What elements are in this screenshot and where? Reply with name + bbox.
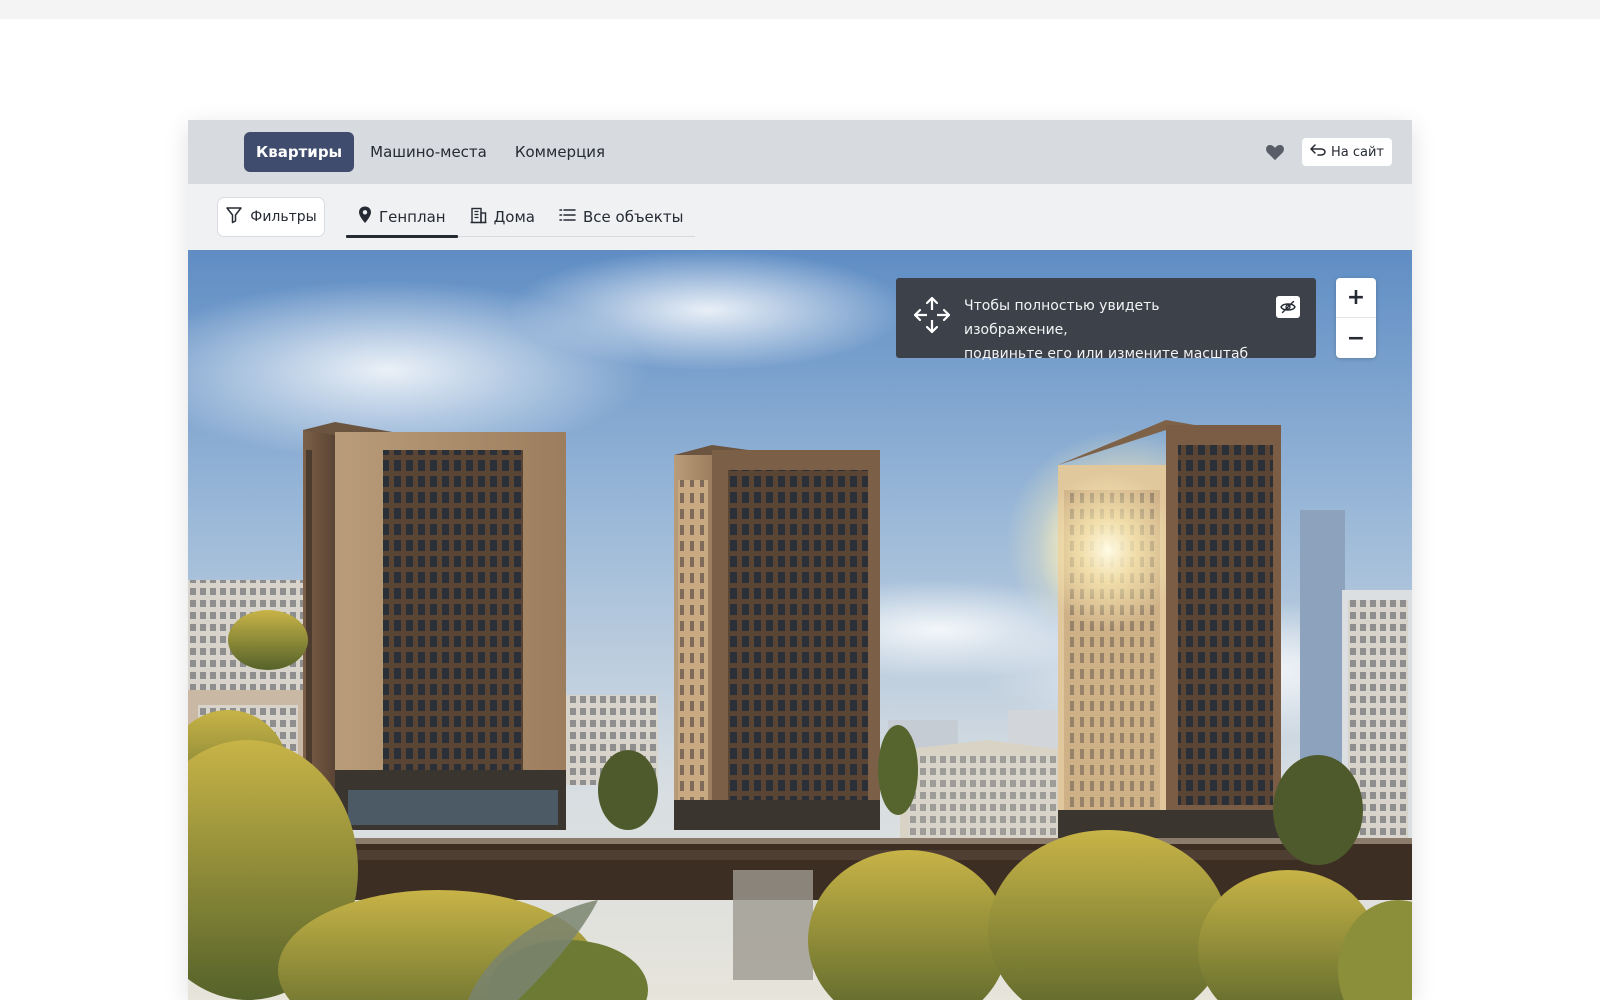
funnel-icon (225, 206, 243, 228)
filters-button[interactable]: Фильтры (217, 197, 325, 237)
drag-hint-text: Чтобы полностью увидеть изображение, под… (964, 294, 1254, 366)
tab-apartments[interactable]: Квартиры (244, 132, 355, 172)
tab-genplan-label: Генплан (379, 208, 446, 226)
building-icon (470, 207, 487, 228)
property-type-bar: Квартиры Машино-места Коммерция На сайт (188, 120, 1412, 184)
zoom-out-button[interactable]: − (1336, 318, 1376, 358)
eye-off-icon[interactable] (1276, 296, 1300, 318)
genplan-widget: Квартиры Машино-места Коммерция На сайт … (188, 120, 1412, 1000)
tab-houses[interactable]: Дома (458, 197, 547, 237)
zoom-controls: + − (1336, 278, 1376, 358)
view-toolbar: Фильтры Генплан Дома Все объекты (188, 184, 1412, 250)
drag-hint-line-2: подвиньте его или измените масштаб (964, 346, 1249, 362)
filters-label: Фильтры (250, 209, 317, 225)
map-pin-icon (358, 206, 372, 228)
topbar-actions: На сайт (1264, 138, 1392, 166)
move-arrows-icon (912, 295, 952, 335)
drag-hint-panel: Чтобы полностью увидеть изображение, под… (896, 278, 1316, 362)
heart-icon[interactable] (1264, 141, 1286, 163)
zoom-in-button[interactable]: + (1336, 278, 1376, 318)
browser-top-strip (0, 0, 1600, 19)
property-type-tabs: Квартиры Машино-места Коммерция (244, 132, 621, 172)
drag-hint-line-1: Чтобы полностью увидеть изображение, (964, 298, 1160, 338)
genplan-image-viewport[interactable]: Чтобы полностью увидеть изображение, под… (188, 250, 1412, 1000)
view-tabs: Генплан Дома Все объекты (346, 197, 696, 238)
list-icon (559, 208, 576, 226)
return-arrow-icon (1310, 144, 1326, 160)
tab-genplan[interactable]: Генплан (346, 197, 458, 238)
tab-parking[interactable]: Машино-места (358, 132, 499, 172)
tab-commercial[interactable]: Коммерция (503, 132, 617, 172)
go-to-site-label: На сайт (1330, 144, 1384, 160)
go-to-site-button[interactable]: На сайт (1301, 138, 1392, 166)
tab-houses-label: Дома (493, 208, 535, 226)
tab-all-objects-label: Все объекты (582, 208, 684, 226)
tab-all-objects[interactable]: Все объекты (547, 197, 695, 237)
